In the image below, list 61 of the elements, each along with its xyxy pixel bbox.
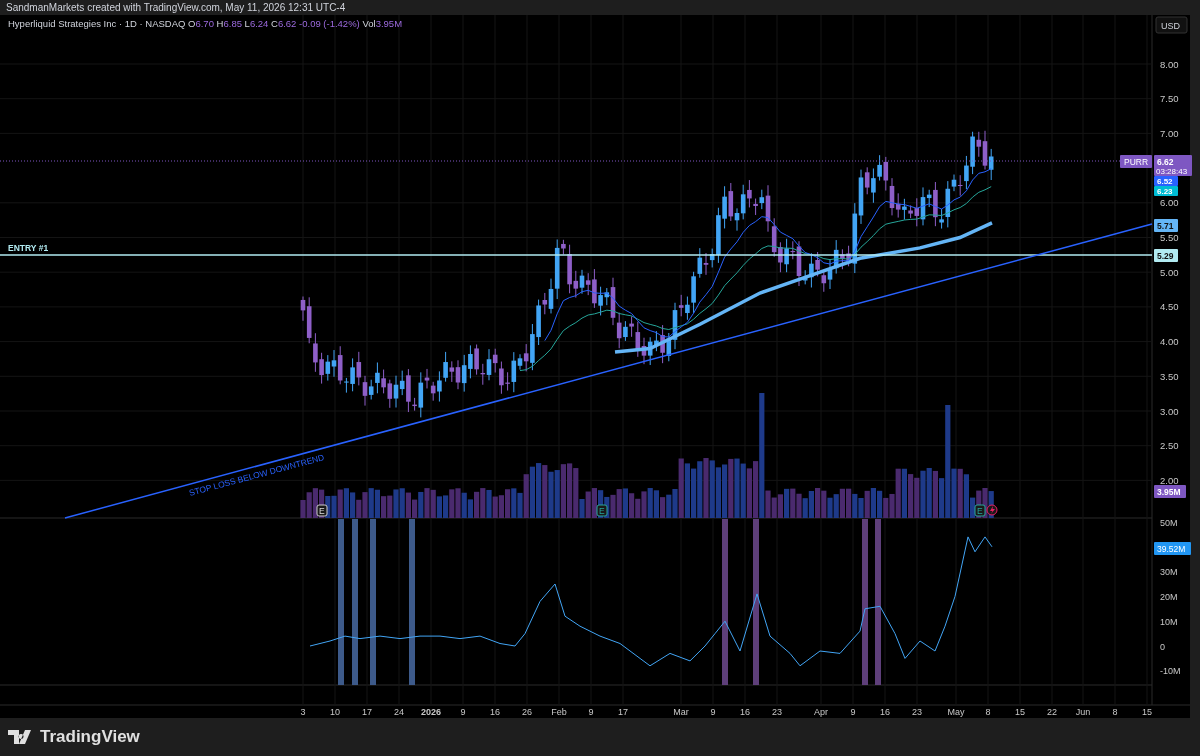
time-axis-label: 17	[618, 707, 628, 717]
indicator-value-label: 39.52M	[1154, 542, 1191, 555]
time-axis-label: 9	[588, 707, 594, 717]
indicator-tick-label: 10M	[1160, 616, 1178, 627]
time-axis-label: 22	[1047, 707, 1057, 717]
time-axis-label: 16	[490, 707, 500, 717]
price-tick-label: 7.00	[1160, 127, 1179, 139]
line-label: ENTRY #1	[8, 243, 49, 253]
time-axis-label: 26	[522, 707, 532, 717]
time-axis-label: Feb	[551, 707, 567, 717]
time-axis-label: 10	[330, 707, 340, 717]
time-axis-label: 15	[1015, 707, 1025, 717]
earnings-marker[interactable]: E	[974, 504, 986, 517]
price-tick-label: 2.50	[1160, 440, 1179, 452]
symbol-tag: PURR	[1120, 155, 1152, 168]
time-axis-label: 24	[394, 707, 404, 717]
price-label-text: 5.71	[1157, 220, 1174, 231]
legend-text: Hyperliquid Strategies Inc · 1D · NASDAQ O6.70 H6.85 L6.24 C6.62 -0.09 (-1.42%) Vol3.95M	[8, 18, 403, 29]
price-tick-label: 4.50	[1160, 301, 1179, 313]
time-axis-label: 8	[985, 707, 991, 717]
time-axis-label: 16	[880, 707, 890, 717]
price-tick-label: 3.50	[1160, 370, 1179, 382]
earnings-marker[interactable]: E	[596, 504, 608, 517]
price-label-text: 5.29	[1157, 250, 1174, 261]
time-axis-label: 8	[1112, 707, 1118, 717]
countdown-text: 03:28:43	[1156, 167, 1188, 176]
price-label-text: 3.95M	[1157, 486, 1181, 497]
price-tick-label: 6.00	[1160, 197, 1179, 209]
time-axis-label: 15	[1142, 707, 1152, 717]
price-label-text: 6.23	[1157, 187, 1173, 197]
attribution-text: SandmanMarkets created with TradingView.com, May 11, 2026 12:31 UTC-4	[6, 2, 346, 13]
time-axis-label: 2026	[421, 707, 441, 717]
price-tick-label: 4.00	[1160, 336, 1179, 348]
time-axis-label: 23	[912, 707, 922, 717]
indicator-tick-label: 0	[1160, 641, 1165, 652]
indicator-tick-label: 30M	[1160, 567, 1178, 578]
price-tick-label: 3.00	[1160, 405, 1179, 417]
price-tick-label: 5.50	[1160, 232, 1179, 243]
time-axis-label: 9	[710, 707, 716, 717]
time-axis-label: Mar	[673, 707, 689, 717]
time-axis-label: 3	[300, 707, 306, 717]
indicator-tick-label: -10M	[1160, 666, 1181, 677]
time-axis-label: 9	[460, 707, 466, 717]
price-tick-label: 8.00	[1160, 58, 1179, 70]
time-axis-label: May	[947, 707, 965, 717]
indicator-tick-label: 50M	[1160, 517, 1178, 528]
price-tick-label: 2.00	[1160, 474, 1179, 486]
brand-name: TradingView	[40, 726, 140, 749]
price-tick-label: 7.50	[1160, 93, 1179, 105]
time-axis-label: 16	[740, 707, 750, 717]
price-label-text: 6.52	[1157, 177, 1173, 187]
time-axis-label: 23	[772, 707, 782, 717]
price-label-text: 6.62	[1157, 156, 1174, 167]
time-axis-label: Jun	[1075, 707, 1091, 717]
time-axis-label: 17	[362, 707, 372, 717]
indicator-tick-label: 20M	[1160, 591, 1178, 602]
price-tick-label: 5.00	[1160, 266, 1179, 278]
earnings-marker[interactable]: E	[316, 504, 328, 517]
time-axis-label: 9	[850, 707, 856, 717]
currency-text: USD	[1161, 20, 1180, 31]
time-axis-label: Apr	[814, 707, 828, 717]
